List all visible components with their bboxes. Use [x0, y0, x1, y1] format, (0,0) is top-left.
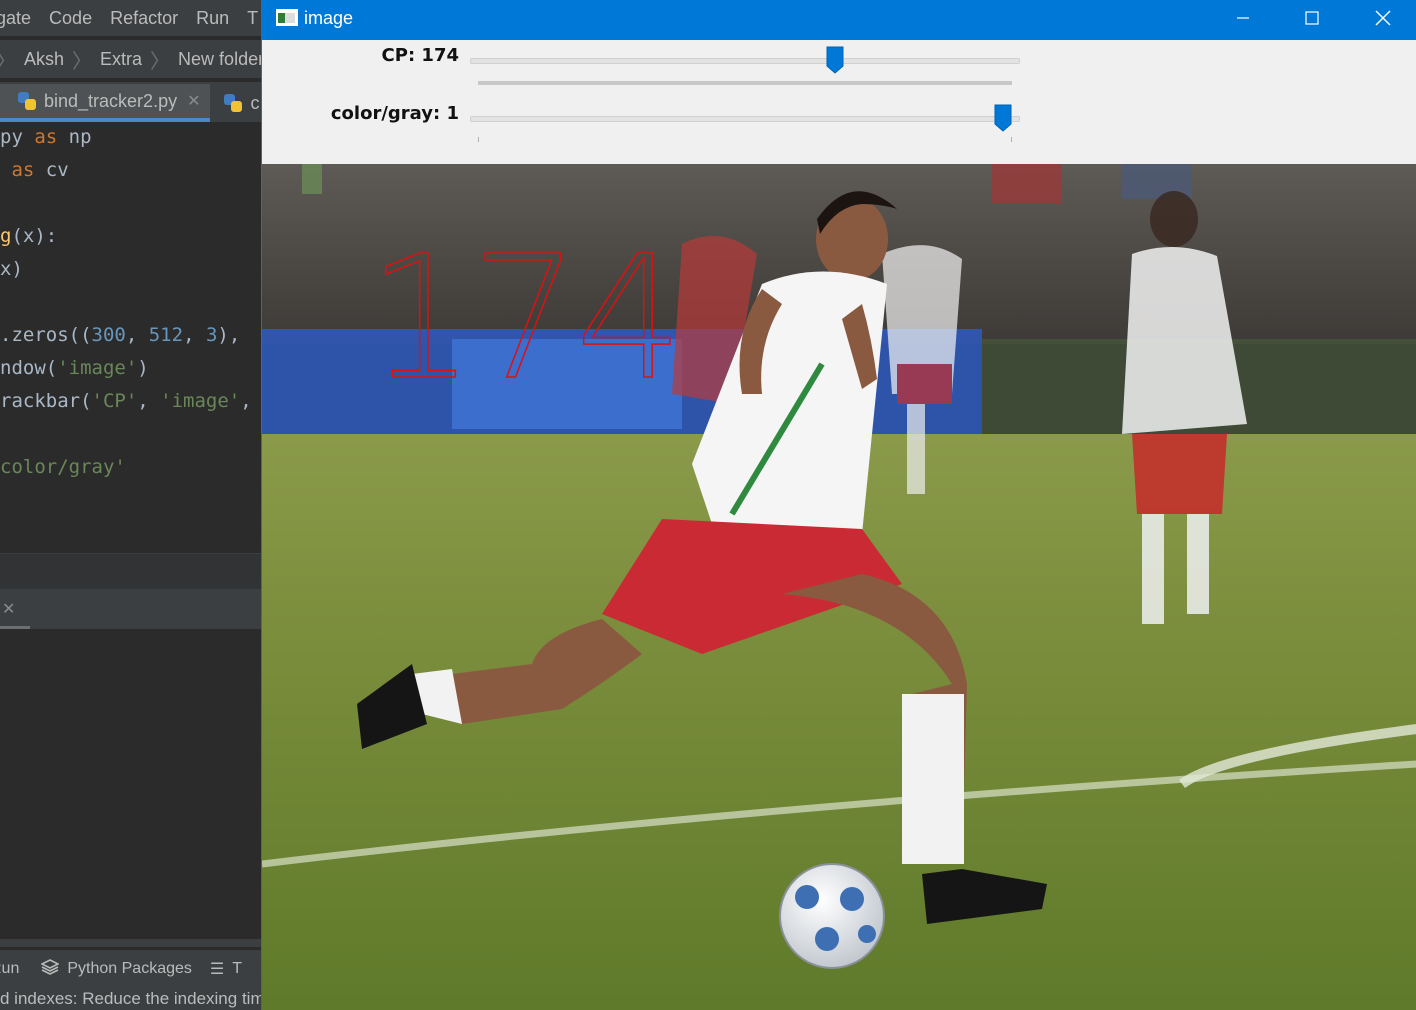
todo-label: T — [232, 960, 243, 977]
status-bar: d indexes: Reduce the indexing tim — [0, 988, 262, 1010]
code-token: (x): — [11, 225, 58, 247]
editor-divider — [0, 553, 262, 590]
football — [779, 863, 885, 969]
code-line: as cv — [0, 159, 69, 181]
code-token: , — [240, 390, 252, 412]
chevron-right-icon: 〉 — [150, 50, 171, 73]
ide-window: gate Code Refactor Run T 〉 Aksh 〉 Extra … — [0, 0, 262, 1010]
maximize-icon — [1305, 11, 1319, 25]
python-file-icon — [18, 92, 36, 110]
window-titlebar[interactable]: image — [262, 0, 1416, 40]
code-token: 3 — [205, 324, 218, 346]
code-line: x) — [0, 258, 23, 280]
tab-second-file[interactable]: c — [210, 84, 262, 122]
status-text: d indexes: Reduce the indexing tim — [0, 989, 262, 1008]
code-token: cv — [34, 159, 69, 181]
tab-bind-tracker2[interactable]: bind_tracker2.py ✕ — [0, 84, 211, 122]
tool-tab-python-packages[interactable]: Python Packages — [40, 958, 192, 980]
code-token: x) — [0, 258, 23, 280]
python-packages-label: Python Packages — [67, 960, 192, 977]
code-token: ) — [137, 357, 149, 379]
ide-menubar: gate Code Refactor Run T — [0, 0, 262, 36]
breadcrumb: 〉 Aksh 〉 Extra 〉 New folder 〉 n — [0, 40, 262, 78]
close-icon — [1375, 10, 1391, 26]
minimize-button[interactable] — [1209, 0, 1277, 36]
code-token: 'CP' — [91, 390, 138, 412]
code-token: 512 — [148, 324, 184, 346]
trackbar-colorgray-label: color/gray: 1 — [330, 103, 459, 124]
tool-tab-run[interactable]: Run — [0, 960, 19, 978]
maximize-button[interactable] — [1278, 0, 1346, 36]
opencv-window: image CP: 174 color/gray: 1 174 — [261, 0, 1416, 1010]
code-token: , — [125, 324, 149, 346]
close-icon[interactable]: ✕ — [2, 599, 15, 618]
trackbar-cp-thumb[interactable] — [826, 46, 844, 74]
menu-code[interactable]: Code — [49, 8, 92, 29]
code-token: 'image' — [160, 390, 241, 412]
bottom-tool-tabs: Run Python Packages ☰ T — [0, 950, 262, 988]
chevron-right-icon: 〉 — [0, 45, 16, 74]
menu-tools[interactable]: T — [247, 8, 258, 29]
menu-run[interactable]: Run — [196, 8, 229, 29]
code-token: np — [57, 126, 92, 148]
chevron-right-icon: 〉 — [72, 50, 93, 73]
code-token: py — [0, 126, 35, 148]
trackbar-panel: CP: 174 color/gray: 1 — [262, 40, 1416, 164]
code-token: , — [183, 324, 206, 346]
python-file-icon — [224, 94, 243, 112]
layers-icon — [40, 958, 61, 980]
tab-label: c — [250, 92, 260, 113]
tool-window-header: ✕ — [0, 589, 262, 629]
tool-tab-todo[interactable]: ☰ T — [210, 959, 242, 979]
code-token: ), — [217, 324, 241, 346]
code-token: rackbar( — [0, 390, 92, 412]
tab-label: bind_tracker2.py — [44, 90, 178, 111]
tool-window-body — [0, 629, 262, 939]
close-icon[interactable]: ✕ — [187, 91, 200, 111]
trackbar-colorgray-ticks — [478, 137, 1012, 142]
code-line: py as np — [0, 126, 92, 148]
code-line: rackbar('CP', 'image', — [0, 390, 252, 412]
list-icon: ☰ — [209, 961, 225, 978]
code-line: .zeros((300, 512, 3), — [0, 324, 240, 346]
overlay-value-text: 174 — [366, 220, 684, 418]
minimize-icon — [1237, 17, 1249, 19]
code-token: color/gray' — [0, 456, 126, 478]
code-line: ndow('image') — [0, 357, 149, 379]
trackbar-colorgray-track[interactable] — [470, 116, 1020, 122]
code-token: 'image' — [57, 357, 138, 379]
code-token: as — [34, 126, 58, 148]
image-canvas: 174 — [262, 164, 1416, 1010]
window-title: image — [304, 8, 354, 28]
breadcrumb-item[interactable]: Aksh — [24, 49, 64, 70]
bottom-divider — [0, 939, 262, 947]
code-line: g(x): — [0, 225, 57, 247]
trackbar-cp-ticks — [478, 81, 1012, 85]
code-line: color/gray' — [0, 456, 126, 478]
breadcrumb-item[interactable]: New folder — [178, 49, 262, 70]
code-token: , — [137, 390, 161, 412]
breadcrumb-item[interactable]: Extra — [100, 49, 142, 70]
code-token: 300 — [91, 324, 126, 346]
trackbar-colorgray-thumb[interactable] — [994, 104, 1012, 132]
window-app-icon — [276, 9, 298, 26]
editor-tabs: bind_tracker2.py ✕ c — [0, 82, 262, 122]
trackbar-cp-track[interactable] — [470, 58, 1020, 64]
trackbar-cp-label: CP: 174 — [381, 45, 459, 66]
menu-refactor[interactable]: Refactor — [110, 8, 178, 29]
code-token: .zeros(( — [0, 324, 92, 346]
code-token: as — [11, 159, 35, 181]
code-token: ndow( — [0, 357, 58, 379]
close-button[interactable] — [1349, 0, 1416, 36]
menu-navigate[interactable]: gate — [0, 8, 31, 29]
code-editor[interactable]: py as np as cv g(x): x) .zeros((300, 512, 3… — [0, 124, 262, 554]
run-label: Run — [0, 960, 20, 977]
code-token: g — [0, 225, 12, 247]
